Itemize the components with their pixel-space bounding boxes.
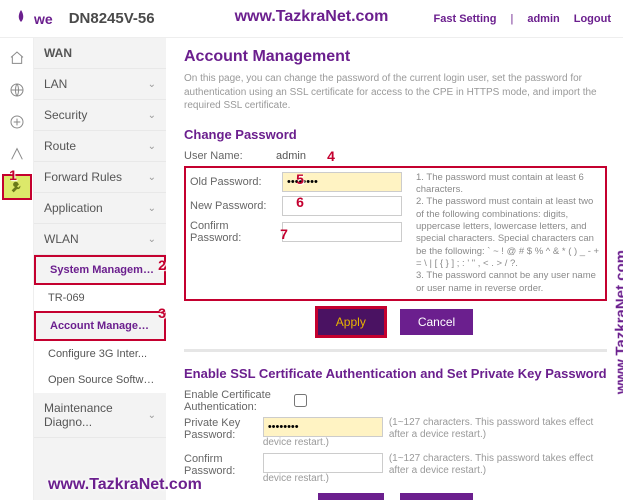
separator: | — [510, 13, 513, 25]
nav-forward[interactable]: Forward Rules⌄ — [34, 162, 166, 193]
enable-cert-label: Enable Certificate Authentication: — [184, 389, 294, 413]
confirm-password-label: Confirm Password: — [190, 220, 282, 244]
nav-wan[interactable]: WAN — [34, 38, 166, 69]
home-icon[interactable] — [5, 46, 29, 70]
chevron-down-icon: ⌄ — [148, 110, 156, 121]
username-label: User Name: — [184, 150, 276, 162]
nav-security[interactable]: Security⌄ — [34, 100, 166, 131]
ssl-confirm-input[interactable] — [263, 453, 383, 473]
brand-logo: we — [12, 8, 53, 30]
callout-7: 7 — [275, 225, 293, 243]
ssl-cancel-button[interactable]: Cancel — [400, 493, 473, 500]
enable-cert-checkbox[interactable] — [294, 394, 307, 407]
restart-hint: device restart.) — [263, 437, 383, 449]
old-password-label: Old Password: — [190, 176, 282, 188]
nav-route[interactable]: Route⌄ — [34, 131, 166, 162]
callout-6: 6 — [291, 193, 309, 211]
confirm-password-input[interactable] — [282, 222, 402, 242]
callout-3: 3 — [153, 304, 171, 322]
admin-link[interactable]: admin — [527, 13, 559, 25]
model-label: DN8245V-56 — [69, 10, 155, 27]
nav-maintenance[interactable]: Maintenance Diagno...⌄ — [34, 393, 166, 438]
new-password-label: New Password: — [190, 200, 282, 212]
section-change-password: Change Password — [184, 123, 607, 142]
nav-open-source[interactable]: Open Source Softwa... — [34, 367, 166, 393]
apply-button[interactable]: Apply — [318, 309, 384, 335]
nav-tr069[interactable]: TR-069 — [34, 285, 166, 311]
callout-2: 2 — [153, 256, 171, 274]
nav-wlan[interactable]: WLAN⌄ — [34, 224, 166, 255]
restart-hint-2: device restart.) — [263, 473, 383, 485]
page-title: Account Management — [184, 48, 607, 66]
sidebar: WAN LAN⌄ Security⌄ Route⌄ Forward Rules⌄… — [34, 38, 166, 500]
ssl-confirm-label: Confirm Password: — [184, 453, 263, 477]
divider — [184, 349, 607, 352]
intro-text: On this page, you can change the passwor… — [184, 72, 607, 113]
chevron-down-icon: ⌄ — [148, 79, 156, 90]
private-key-input[interactable] — [263, 417, 383, 437]
chevron-down-icon: ⌄ — [148, 410, 156, 421]
callout-4: 4 — [322, 147, 340, 165]
plus-icon[interactable] — [5, 110, 29, 134]
callout-5: 5 — [291, 170, 309, 188]
logout-link[interactable]: Logout — [574, 13, 611, 25]
private-key-label: Private Key Password: — [184, 417, 263, 441]
chevron-down-icon: ⌄ — [148, 234, 156, 245]
content-area: Account Management On this page, you can… — [166, 38, 623, 500]
fast-setting-link[interactable]: Fast Setting — [434, 13, 497, 25]
cancel-button[interactable]: Cancel — [400, 309, 473, 335]
nav-application[interactable]: Application⌄ — [34, 193, 166, 224]
pk-hint: (1~127 characters. This password takes e… — [389, 417, 607, 441]
chevron-down-icon: ⌄ — [148, 141, 156, 152]
nav-account-management[interactable]: Account Management — [34, 311, 166, 341]
wan-icon[interactable] — [5, 78, 29, 102]
cf-hint: (1~127 characters. This password takes e… — [389, 453, 607, 477]
password-rules: 1. The password must contain at least 6 … — [410, 172, 601, 295]
ssl-apply-button[interactable]: Apply — [318, 493, 384, 500]
section-ssl: Enable SSL Certificate Authentication an… — [184, 362, 607, 381]
chevron-down-icon: ⌄ — [148, 172, 156, 183]
nav-system-management[interactable]: System Management — [34, 255, 166, 285]
chevron-down-icon: ⌄ — [148, 203, 156, 214]
nav-configure-3g[interactable]: Configure 3G Inter... — [34, 341, 166, 367]
icon-bar — [0, 38, 34, 500]
route-icon[interactable] — [5, 142, 29, 166]
password-form-box: Old Password: New Password: Confirm Pass… — [184, 166, 607, 301]
callout-1: 1 — [4, 166, 22, 184]
header: we DN8245V-56 Fast Setting | admin Logou… — [0, 0, 623, 38]
brand-text: we — [34, 11, 53, 27]
nav-lan[interactable]: LAN⌄ — [34, 69, 166, 100]
username-value: admin — [276, 150, 306, 162]
